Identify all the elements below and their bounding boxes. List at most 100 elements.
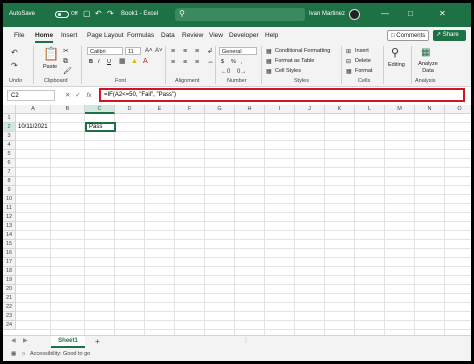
row-header-13[interactable]: 13 xyxy=(3,222,16,231)
row-header-11[interactable]: 11 xyxy=(3,204,16,213)
redo-icon[interactable]: ↷ xyxy=(107,9,114,19)
increase-decimal-icon[interactable]: ←0 xyxy=(221,67,230,77)
row-header-17[interactable]: 17 xyxy=(3,258,16,267)
clipboard-icon[interactable]: 📋 xyxy=(43,47,59,61)
spreadsheet-grid[interactable]: A B C D E F G H I J K L M N O 1 2 3 4 5 6 7 8 9 10 11 12 13 14 15 16 17… xyxy=(3,105,471,335)
column-header-c[interactable]: C xyxy=(85,105,115,114)
insert-function-button[interactable]: fx xyxy=(87,92,92,99)
row-header-22[interactable]: 22 xyxy=(3,303,16,312)
tab-help[interactable]: Help xyxy=(265,32,278,39)
formula-input[interactable]: =IF(A2<=50, "Fail", "Pass") xyxy=(99,88,465,102)
tab-view[interactable]: View xyxy=(209,32,223,39)
tab-insert[interactable]: Insert xyxy=(61,32,77,39)
redo-button[interactable]: ↷ xyxy=(11,61,18,71)
row-header-4[interactable]: 4 xyxy=(3,141,16,150)
analyze-data-icon[interactable]: ▦ xyxy=(421,47,430,58)
italic-button[interactable]: I xyxy=(98,59,100,66)
row-header-12[interactable]: 12 xyxy=(3,213,16,222)
format-button[interactable]: Format xyxy=(355,68,372,75)
minimize-icon[interactable]: — xyxy=(381,8,389,20)
next-sheet-icon[interactable]: ▶ xyxy=(23,337,28,344)
copy-icon[interactable]: ⧉ xyxy=(63,57,68,67)
font-size-select[interactable]: 11 xyxy=(125,47,141,55)
column-header-b[interactable]: B xyxy=(51,105,85,114)
row-header-23[interactable]: 23 xyxy=(3,312,16,321)
format-painter-icon[interactable]: 🖌 xyxy=(63,67,72,77)
share-button[interactable]: ↗ Share xyxy=(433,30,466,41)
format-as-table-button[interactable]: Format as Table xyxy=(275,58,314,65)
align-center-icon[interactable]: ≡ xyxy=(183,58,187,68)
comments-button[interactable]: □ Comments xyxy=(387,30,429,41)
close-icon[interactable]: ✕ xyxy=(439,8,446,20)
row-header-7[interactable]: 7 xyxy=(3,168,16,177)
tab-developer[interactable]: Developer xyxy=(229,32,259,39)
wrap-text-icon[interactable]: ↲ xyxy=(207,47,213,57)
name-box[interactable]: C2 xyxy=(7,90,55,101)
number-format-select[interactable]: General xyxy=(219,47,257,55)
search-box[interactable]: ⚲ xyxy=(175,8,305,21)
column-header-f[interactable]: F xyxy=(175,105,205,114)
column-header-e[interactable]: E xyxy=(145,105,175,114)
select-all-corner[interactable] xyxy=(3,105,16,114)
column-header-i[interactable]: I xyxy=(265,105,295,114)
font-color-icon[interactable]: A xyxy=(143,57,148,67)
sheet-tab-sheet1[interactable]: Sheet1 xyxy=(51,336,85,348)
row-header-16[interactable]: 16 xyxy=(3,249,16,258)
insert-button[interactable]: Insert xyxy=(355,48,369,55)
save-icon[interactable]: ▢ xyxy=(83,9,91,19)
underline-button[interactable]: U xyxy=(107,59,111,66)
undo-icon[interactable]: ↶ xyxy=(95,9,102,19)
paste-button[interactable]: Paste xyxy=(43,64,57,71)
row-header-14[interactable]: 14 xyxy=(3,231,16,240)
cut-icon[interactable]: ✂ xyxy=(63,47,69,57)
tab-home[interactable]: Home xyxy=(35,32,54,43)
horizontal-scroll-options-icon[interactable]: ⋮ xyxy=(243,337,249,344)
autosave-toggle[interactable] xyxy=(55,11,69,18)
enter-icon[interactable]: ✓ xyxy=(75,92,80,99)
cell-styles-button[interactable]: Cell Styles xyxy=(275,68,301,75)
cancel-icon[interactable]: ✕ xyxy=(65,92,70,99)
increase-font-icon[interactable]: A˄ xyxy=(145,46,153,56)
row-header-8[interactable]: 8 xyxy=(3,177,16,186)
font-name-select[interactable]: Calibri xyxy=(87,47,123,55)
tab-formulas[interactable]: Formulas xyxy=(127,32,154,39)
row-header-19[interactable]: 19 xyxy=(3,276,16,285)
row-header-9[interactable]: 9 xyxy=(3,186,16,195)
percent-button[interactable]: % xyxy=(231,59,236,66)
add-sheet-button[interactable]: + xyxy=(95,337,100,347)
column-header-j[interactable]: J xyxy=(295,105,325,114)
cell-c2[interactable]: Pass xyxy=(85,122,116,132)
currency-button[interactable]: $ xyxy=(221,59,224,66)
row-header-2[interactable]: 2 xyxy=(3,123,16,132)
row-header-10[interactable]: 10 xyxy=(3,195,16,204)
analyze-data-button[interactable]: Analyze Data xyxy=(415,61,441,75)
align-top-icon[interactable]: ≡ xyxy=(171,47,175,57)
row-header-6[interactable]: 6 xyxy=(3,159,16,168)
editing-button[interactable]: Editing xyxy=(388,62,405,69)
row-header-24[interactable]: 24 xyxy=(3,321,16,330)
align-right-icon[interactable]: ≡ xyxy=(195,58,199,68)
column-header-g[interactable]: G xyxy=(205,105,235,114)
accessibility-status[interactable]: Accessibility: Good to go xyxy=(30,348,90,361)
align-middle-icon[interactable]: ≡ xyxy=(183,47,187,57)
fill-color-icon[interactable]: ▲ xyxy=(131,57,138,67)
decrease-decimal-icon[interactable]: 0→ xyxy=(237,67,246,77)
prev-sheet-icon[interactable]: ◀ xyxy=(11,337,16,344)
row-header-3[interactable]: 3 xyxy=(3,132,16,141)
row-header-5[interactable]: 5 xyxy=(3,150,16,159)
column-header-o[interactable]: O xyxy=(445,105,471,114)
undo-button[interactable]: ↶ xyxy=(11,48,18,58)
column-header-k[interactable]: K xyxy=(325,105,355,114)
column-header-m[interactable]: M xyxy=(385,105,415,114)
find-icon[interactable]: ⚲ xyxy=(391,47,399,59)
decrease-font-icon[interactable]: A˅ xyxy=(155,46,163,56)
avatar[interactable] xyxy=(349,9,360,20)
row-header-21[interactable]: 21 xyxy=(3,294,16,303)
tab-review[interactable]: Review xyxy=(182,32,203,39)
column-header-n[interactable]: N xyxy=(415,105,445,114)
cell-a2[interactable]: 10/11/2021 xyxy=(16,123,51,132)
column-header-h[interactable]: H xyxy=(235,105,265,114)
maximize-icon[interactable]: □ xyxy=(408,8,413,20)
comma-style-icon[interactable]: ‚ xyxy=(241,57,242,67)
delete-button[interactable]: Delete xyxy=(355,58,371,65)
